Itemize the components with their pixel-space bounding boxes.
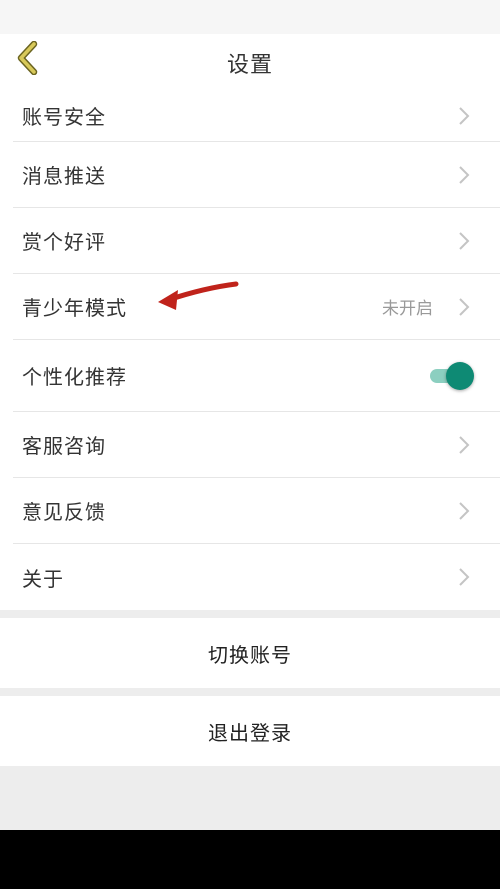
settings-item-feedback[interactable]: 意见反馈 (13, 478, 500, 544)
settings-item-label: 关于 (22, 566, 64, 591)
settings-item-label: 消息推送 (22, 164, 106, 188)
toggle-knob (446, 361, 474, 390)
logout-button[interactable]: 退出登录 (0, 696, 500, 766)
chevron-right-icon (459, 297, 470, 316)
settings-item-label: 青少年模式 (22, 296, 127, 320)
settings-item-personalized-recommendations: 个性化推荐 (13, 340, 500, 412)
chevron-right-icon (459, 435, 470, 454)
teen-mode-status: 未开启 (382, 299, 433, 319)
settings-item-label: 个性化推荐 (22, 365, 127, 389)
header: 设置 (0, 34, 500, 90)
settings-list: 账号安全 消息推送 赏个好评 青少年模式 未开启 个性化推荐 客服咨询 意见反馈… (0, 90, 500, 610)
status-bar (0, 0, 500, 34)
settings-item-label: 客服咨询 (22, 434, 106, 458)
chevron-right-icon (459, 501, 470, 520)
page-title: 设置 (226, 53, 273, 78)
personalized-recommendation-toggle[interactable] (430, 361, 474, 390)
settings-item-about[interactable]: 关于 (13, 544, 500, 610)
red-arrow-annotation (158, 281, 239, 310)
settings-item-label: 赏个好评 (22, 230, 106, 254)
system-navigation-bar (0, 830, 500, 889)
switch-account-button[interactable]: 切换账号 (0, 618, 500, 688)
settings-item-push-notifications[interactable]: 消息推送 (13, 142, 500, 208)
chevron-right-icon (459, 231, 470, 250)
settings-item-teen-mode[interactable]: 青少年模式 未开启 (13, 274, 500, 340)
settings-item-account-security[interactable]: 账号安全 (13, 90, 500, 142)
chevron-right-icon (459, 165, 470, 184)
settings-item-rate-app[interactable]: 赏个好评 (13, 208, 500, 274)
settings-item-label: 账号安全 (22, 105, 106, 129)
settings-item-customer-service[interactable]: 客服咨询 (13, 412, 500, 478)
settings-item-label: 意见反馈 (22, 500, 106, 524)
chevron-right-icon (459, 106, 470, 125)
chevron-right-icon (459, 568, 470, 586)
